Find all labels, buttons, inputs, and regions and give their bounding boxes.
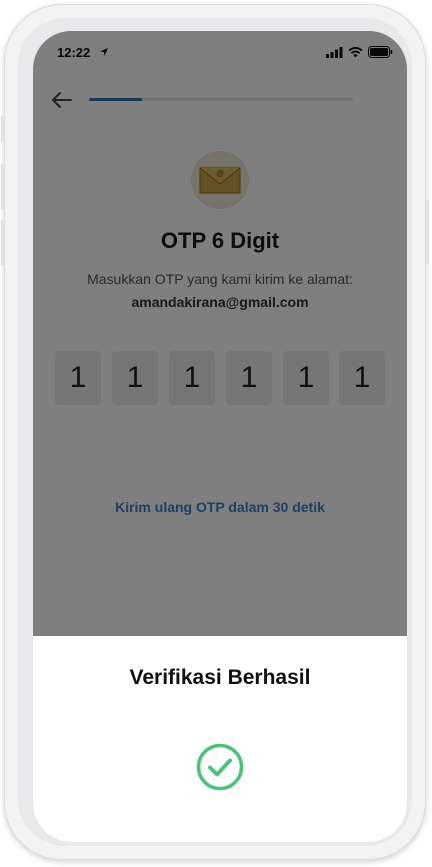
power-button	[426, 200, 429, 264]
mute-switch	[1, 116, 4, 142]
success-bottom-sheet: Verifikasi Berhasil	[33, 636, 407, 842]
volume-down-button	[1, 220, 4, 266]
device-screen: 12:22	[33, 31, 407, 842]
check-circle-icon	[196, 743, 244, 791]
phone-frame: 12:22	[1, 4, 429, 860]
success-title: Verifikasi Berhasil	[129, 666, 311, 689]
volume-up-button	[1, 164, 4, 210]
